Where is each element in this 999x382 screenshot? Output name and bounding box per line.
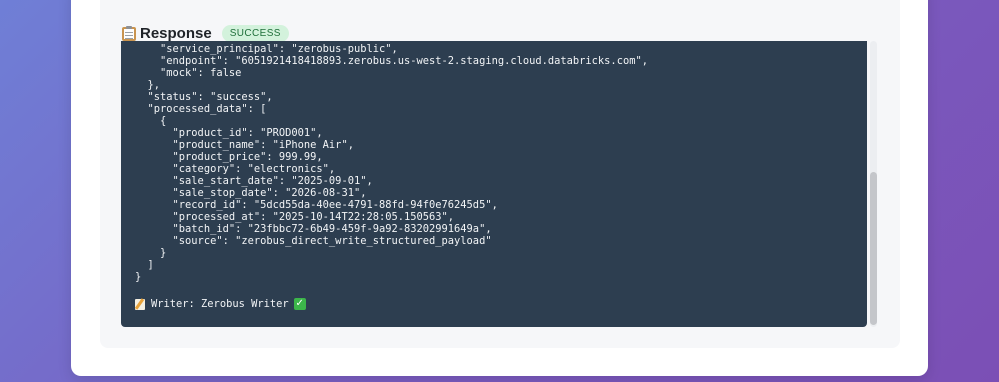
code-line: "source": "zerobus_direct_write_structur… [135,235,492,247]
code-line: } [135,271,142,283]
status-badge: SUCCESS [221,24,289,42]
code-line: "batch_id": "23fbbc72-6b49-459f-9a92-832… [135,223,492,235]
response-title: Response [140,24,212,42]
code-line: "category": "electronics", [135,163,336,175]
response-panel: Response SUCCESS "service_principal": "z… [100,0,900,348]
writer-label: Writer: Zerobus Writer [151,298,289,310]
code-line: "processed_at": "2025-10-14T22:28:05.150… [135,211,455,223]
response-code-block[interactable]: "service_principal": "zerobus-public", "… [121,41,867,327]
code-line: "mock": false [135,67,242,79]
code-line: "product_id": "PROD001", [135,127,323,139]
code-line: "service_principal": "zerobus-public", [135,43,398,55]
code-line: { [135,115,167,127]
code-line: "sale_start_date": "2025-09-01", [135,175,373,187]
code-line: "status": "success", [135,91,273,103]
scrollbar-thumb[interactable] [870,172,877,325]
code-scrollbar[interactable] [870,41,877,327]
code-line: "record_id": "5dcd55da-40ee-4791-88fd-94… [135,199,498,211]
code-line: "product_name": "iPhone Air", [135,139,354,151]
clipboard-icon [122,25,136,41]
code-line: ] [135,259,154,271]
code-line: } [135,247,167,259]
code-line: "processed_data": [ [135,103,267,115]
code-line: "product_price": 999.99, [135,151,323,163]
result-card: Response SUCCESS "service_principal": "z… [71,0,928,376]
writer-line: Writer: Zerobus Writer ✓ [134,298,306,310]
check-mark-icon: ✓ [293,298,306,310]
memo-icon [134,298,146,310]
code-line: "sale_stop_date": "2026-08-31", [135,187,367,199]
code-line: "endpoint": "6051921418418893.zerobus.us… [135,55,648,67]
code-line: }, [135,79,161,91]
